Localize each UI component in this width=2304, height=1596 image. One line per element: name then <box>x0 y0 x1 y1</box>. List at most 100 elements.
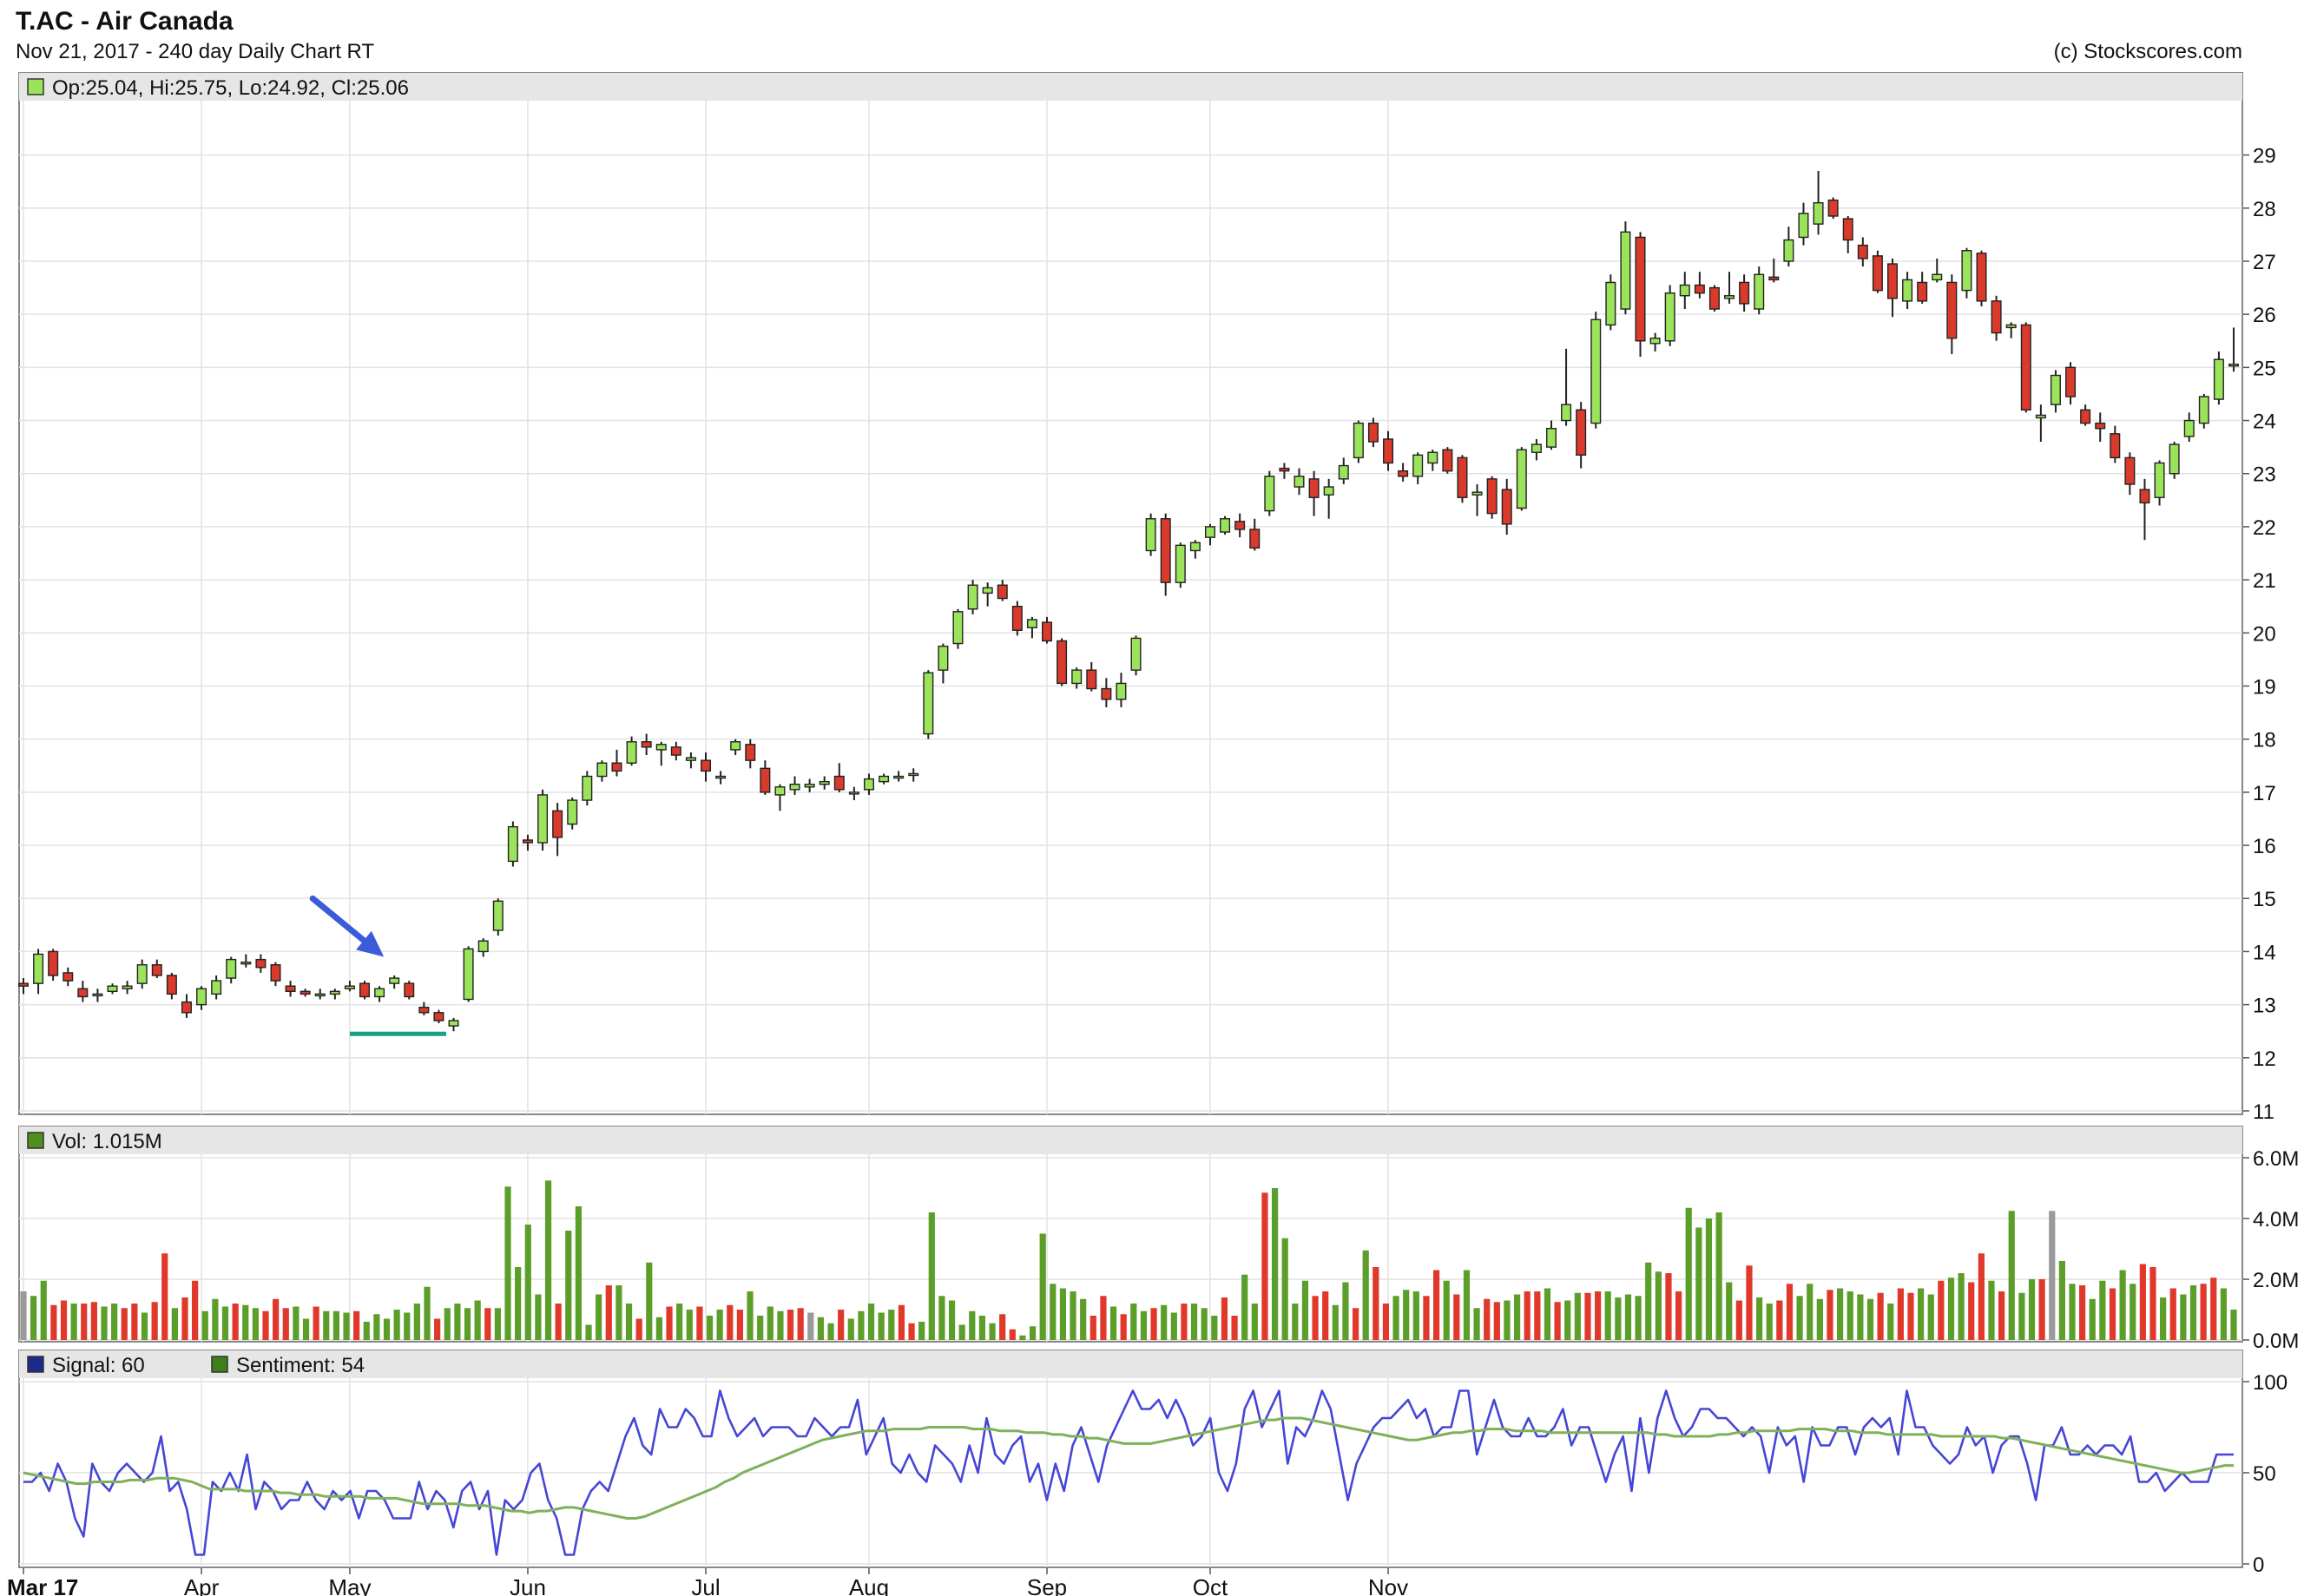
candle-body <box>1590 319 1602 424</box>
candle-body <box>1576 409 1587 456</box>
volume-bar <box>655 1317 663 1340</box>
candle-body <box>1071 669 1083 685</box>
volume-bar <box>1463 1270 1471 1340</box>
volume-bar <box>302 1318 310 1340</box>
candle-body <box>1323 486 1334 496</box>
volume-bar <box>1089 1316 1096 1340</box>
volume-bar <box>1615 1297 1622 1340</box>
volume-bar <box>565 1231 572 1340</box>
price-tick-label: 23 <box>2253 463 2276 487</box>
candle-body <box>1011 606 1023 631</box>
volume-bar <box>1301 1280 1309 1340</box>
price-tick-label: 15 <box>2253 888 2276 911</box>
volume-tick-label: 6.0M <box>2253 1147 2299 1171</box>
volume-bar <box>605 1285 612 1340</box>
volume-bar <box>1190 1304 1198 1340</box>
volume-bar <box>343 1312 350 1340</box>
volume-bar <box>1412 1291 1419 1340</box>
candle-body <box>2154 462 2165 498</box>
volume-bar <box>1584 1292 1591 1340</box>
volume-bar <box>1998 1291 2005 1340</box>
volume-panel: Vol: 1.015M 0.0M 2.0M 4.0M 6.0M <box>18 1126 2299 1353</box>
price-tick-label: 21 <box>2253 569 2276 593</box>
volume-bar <box>1513 1294 1521 1340</box>
volume-tick-label: 2.0M <box>2253 1269 2299 1292</box>
volume-bar <box>1373 1267 1379 1340</box>
volume-bar <box>1251 1304 1258 1340</box>
candle-body <box>997 584 1008 600</box>
candle-body <box>789 783 800 791</box>
volume-bar <box>777 1310 784 1340</box>
volume-legend-swatch <box>27 1132 44 1149</box>
volume-bar <box>1675 1291 1682 1340</box>
price-tick-label: 16 <box>2253 835 2276 858</box>
candle-body <box>1175 544 1186 583</box>
candle-body <box>1116 682 1127 700</box>
volume-bar <box>2038 1279 2045 1340</box>
candle-body <box>92 993 103 997</box>
candle-body <box>240 961 252 965</box>
candle-body <box>701 759 712 772</box>
volume-bar <box>1816 1298 1823 1340</box>
volume-bar <box>2230 1310 2237 1340</box>
candle-body <box>2139 489 2150 504</box>
volume-bar <box>1857 1294 1864 1340</box>
volume-bar <box>313 1306 319 1340</box>
volume-bar <box>958 1324 965 1340</box>
candle-body <box>389 977 400 984</box>
stock-chart: T.AC - Air Canada Nov 21, 2017 - 240 day… <box>7 7 2299 1596</box>
candle-body <box>1649 337 1661 345</box>
volume-bar <box>383 1318 391 1340</box>
candle-body <box>537 794 549 844</box>
volume-bar <box>1140 1310 1148 1340</box>
volume-bar <box>1332 1304 1339 1340</box>
price-tick-label: 24 <box>2253 410 2276 434</box>
candle-body <box>1783 239 1794 262</box>
price-legend-swatch <box>27 78 44 95</box>
volume-bar <box>888 1310 895 1340</box>
volume-bar <box>2119 1270 2126 1340</box>
candle-body <box>923 672 934 735</box>
volume-bar <box>201 1310 208 1340</box>
volume-bar <box>2160 1297 2167 1340</box>
volume-bar <box>1918 1288 1925 1340</box>
indicator-panel-frame <box>18 1350 2243 1568</box>
candle-body <box>1545 428 1557 448</box>
volume-bar <box>1403 1290 1410 1340</box>
candle-body <box>1249 529 1261 549</box>
volume-bar <box>1604 1291 1611 1340</box>
volume-bar <box>1574 1292 1581 1340</box>
price-tick-label: 22 <box>2253 516 2276 540</box>
price-tick-label: 17 <box>2253 782 2276 805</box>
volume-bar <box>646 1262 653 1340</box>
candle-body <box>1946 281 1958 339</box>
volume-bar <box>858 1310 865 1340</box>
volume-bar <box>847 1318 854 1340</box>
candle-body <box>1872 255 1883 292</box>
candle-body <box>463 948 474 1001</box>
volume-bar <box>1019 1335 1026 1340</box>
candle-body <box>1724 295 1735 299</box>
volume-bar <box>1755 1297 1763 1340</box>
volume-bar <box>444 1308 451 1340</box>
volume-bar <box>353 1310 360 1340</box>
candle-body <box>1827 199 1839 217</box>
volume-bar <box>332 1310 339 1340</box>
volume-axis: 0.0M 2.0M 4.0M 6.0M <box>2242 1147 2299 1353</box>
candle-body <box>1338 464 1349 480</box>
candle-body <box>2183 419 2195 437</box>
candle-body <box>329 990 340 995</box>
volume-bar <box>1292 1304 1299 1340</box>
price-tick-label: 19 <box>2253 675 2276 699</box>
x-tick-label: Aug <box>849 1574 889 1596</box>
volume-bar <box>424 1286 431 1340</box>
volume-bar <box>555 1304 562 1340</box>
volume-bar <box>1059 1288 1067 1340</box>
candle-body <box>77 988 89 998</box>
candle-body <box>492 900 504 931</box>
candle-body <box>2124 456 2136 485</box>
candle-body <box>879 775 890 783</box>
volume-bar <box>1564 1300 1571 1340</box>
volume-bar <box>1746 1265 1753 1340</box>
volume-bar <box>676 1304 683 1340</box>
